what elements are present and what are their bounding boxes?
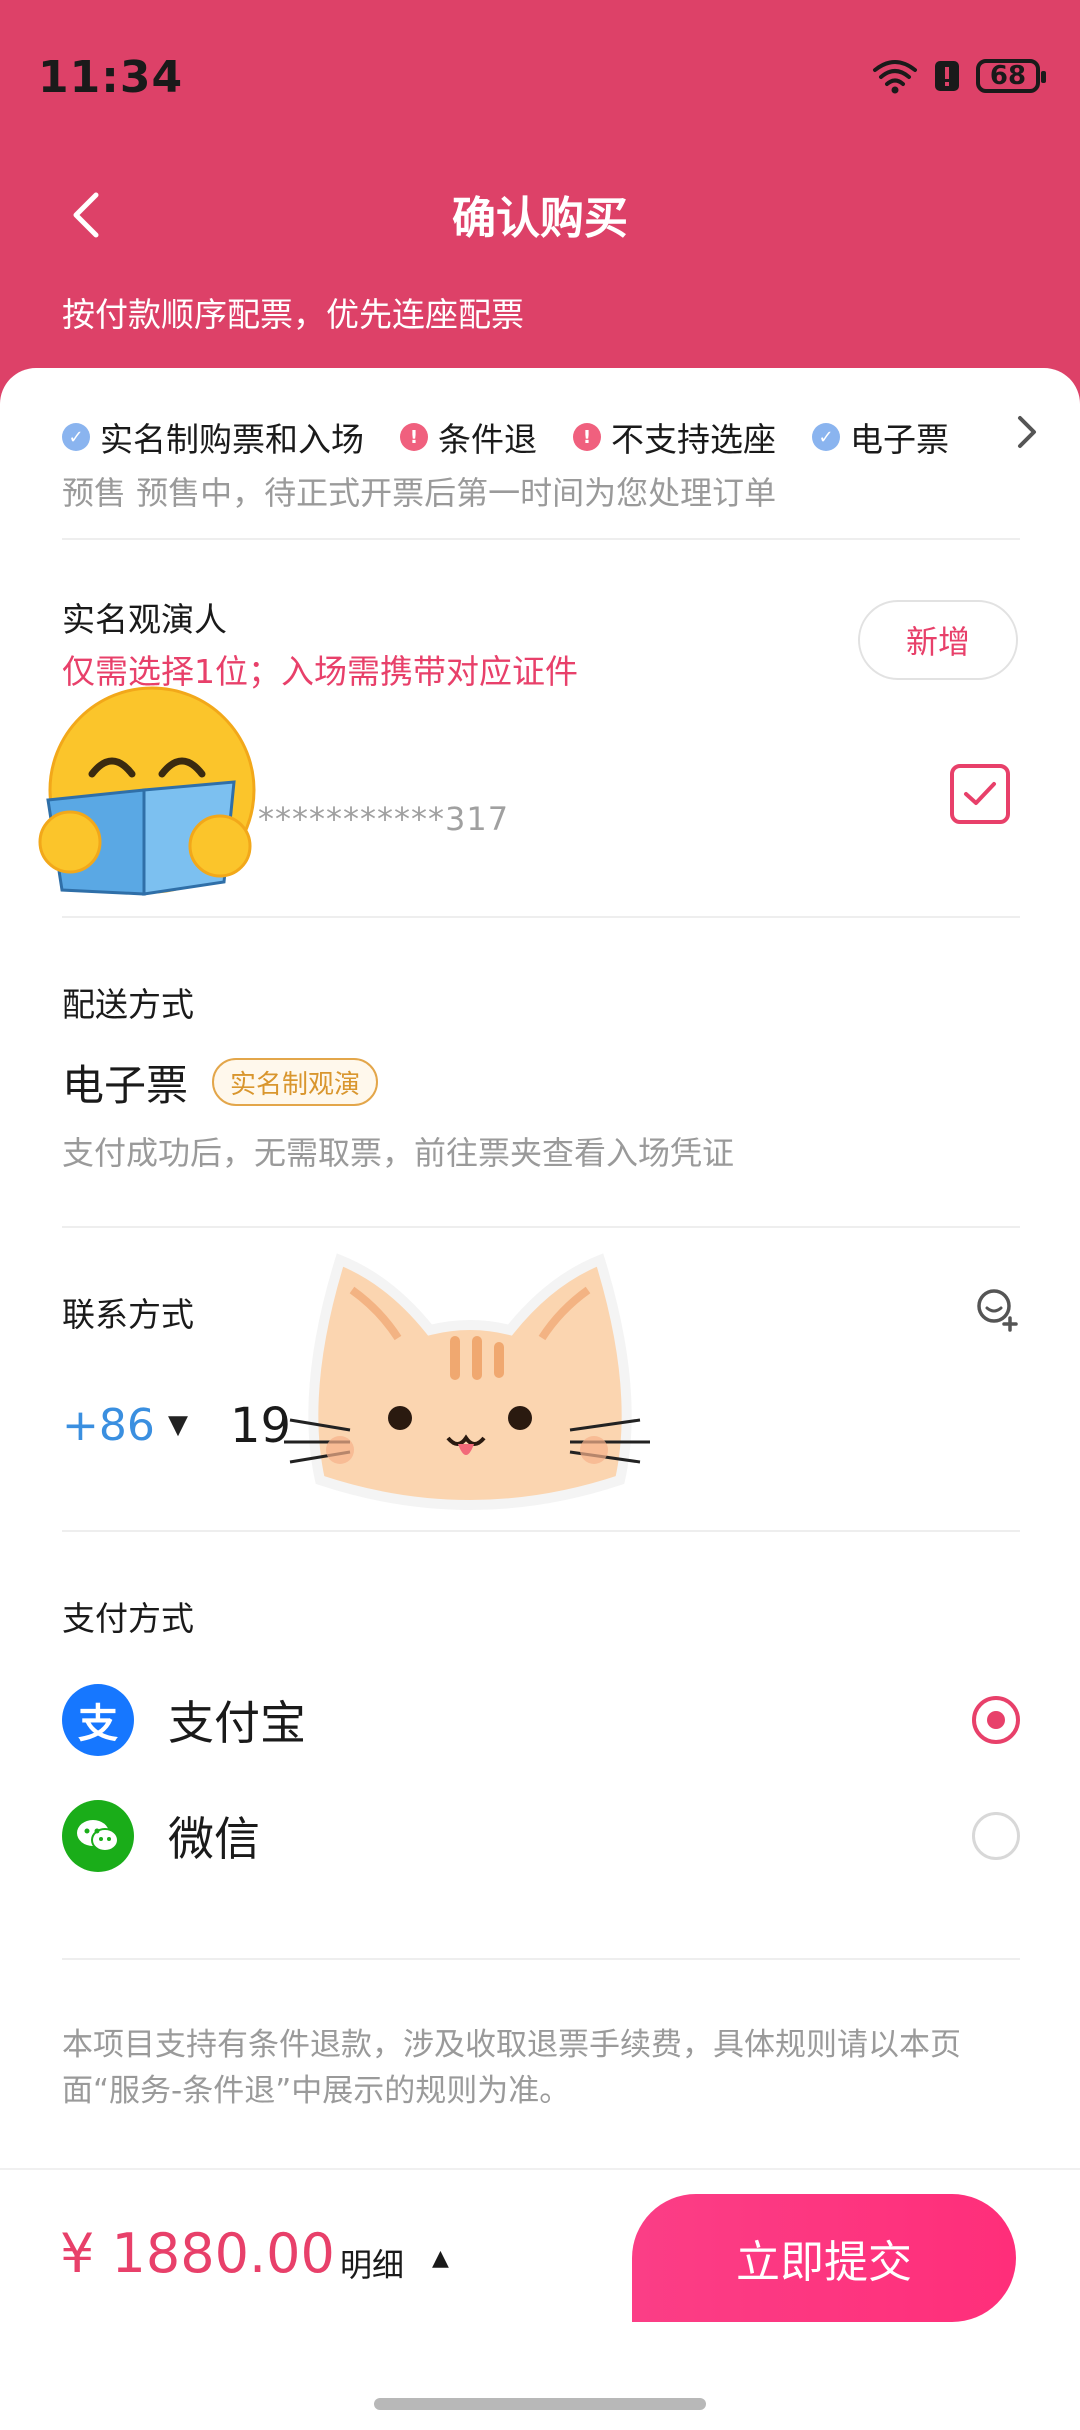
country-code-selector[interactable]: +86 [62,1400,155,1451]
alert-icon: ! [400,423,428,451]
payment-option-label: 微信 [168,1812,260,1866]
caret-down-icon[interactable]: ▼ [168,1410,188,1440]
service-tags[interactable]: ✓ 实名制购票和入场 ! 条件退 ! 不支持选座 ✓ 电子票 [62,412,1032,462]
check-icon: ✓ [62,423,90,451]
status-bar: 11:34 68 [0,0,1080,160]
divider [62,1958,1020,1960]
alert-icon: ! [573,423,601,451]
payment-radio-selected[interactable] [972,1696,1020,1744]
wifi-icon [873,60,917,94]
check-icon: ✓ [812,423,840,451]
home-indicator[interactable] [374,2398,706,2410]
attendee-id-number: ***********317 [258,800,510,838]
reading-emoji-sticker [38,686,256,896]
chevron-right-icon[interactable] [1014,412,1040,452]
delivery-type: 电子票 [62,1061,189,1110]
add-attendee-button[interactable]: 新增 [858,600,1018,680]
battery-indicator: 68 [976,59,1046,93]
payment-option-wechat[interactable]: 微信 [62,1796,1020,1876]
divider [62,538,1020,540]
seat-allocation-note: 按付款顺序配票，优先连座配票 [62,295,524,334]
payment-option-label: 支付宝 [168,1696,306,1750]
divider [62,1530,1020,1532]
alipay-icon: 支 [62,1684,134,1756]
cat-sticker [284,1253,650,1510]
status-icons: 68 [872,58,1046,94]
attendee-checkbox[interactable] [950,764,1010,824]
realname-badge: 实名制观演 [212,1058,379,1106]
delivery-section-title: 配送方式 [62,985,194,1024]
submit-order-button[interactable]: 立即提交 [632,2194,1016,2322]
payment-radio-unselected[interactable] [972,1812,1020,1860]
payment-section-title: 支付方式 [62,1599,194,1638]
payment-option-alipay[interactable]: 支 支付宝 [62,1680,1020,1760]
presale-note: 预售 预售中，待正式开票后第一时间为您处理订单 [62,474,777,512]
service-tag: ✓ 电子票 [812,413,949,461]
service-tag: ! 条件退 [400,413,537,461]
attendee-section-title: 实名观演人 [62,600,227,639]
divider [62,1226,1020,1228]
service-tag: ✓ 实名制购票和入场 [62,413,364,461]
page-title: 确认购买 [452,193,628,244]
price-detail-toggle[interactable]: 明细 [340,2240,404,2286]
status-time: 11:34 [38,52,184,103]
delivery-description: 支付成功后，无需取票，前往票夹查看入场凭证 [62,1134,735,1172]
service-tag: ! 不支持选座 [573,413,776,461]
checkmark-icon [964,782,996,805]
refund-policy-note: 本项目支持有条件退款，涉及收取退票手续费，具体规则请以本页面“服务-条件退”中展… [62,2027,961,2109]
caret-up-icon[interactable]: ▲ [432,2246,449,2271]
divider [62,916,1020,918]
total-price: ¥ 1880.00 [60,2222,335,2285]
notification-icon [935,61,959,91]
contact-section-title: 联系方式 [62,1295,194,1334]
contact-book-icon[interactable] [974,1286,1020,1332]
wechat-icon [62,1800,134,1872]
